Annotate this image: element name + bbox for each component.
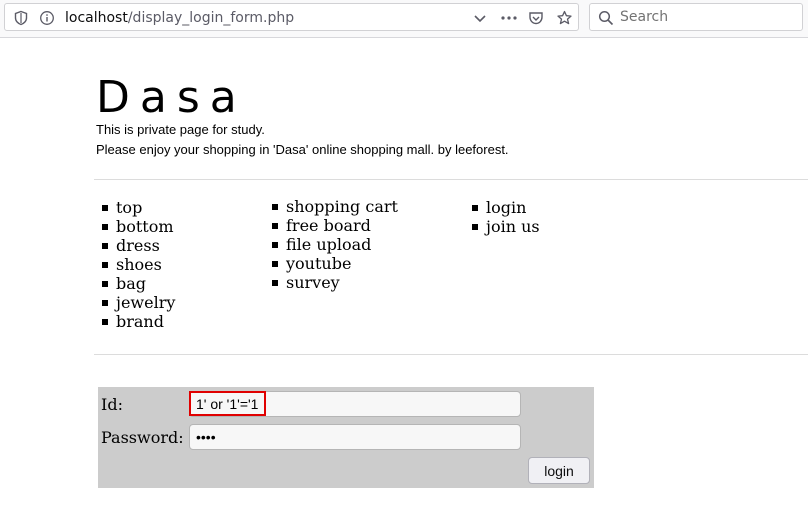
tagline-line-2: Please enjoy your shopping in 'Dasa' onl… [96, 142, 509, 157]
menu-item-free-board[interactable]: free board [266, 216, 398, 235]
menu-item-bottom[interactable]: bottom [96, 217, 175, 236]
search-icon [598, 10, 614, 26]
page-content: Dasa This is private page for study. Ple… [0, 38, 808, 511]
bookmark-star-icon[interactable] [556, 10, 573, 26]
menu-item-dress[interactable]: dress [96, 236, 175, 255]
menu-column-1: top bottom dress shoes bag jewelry brand [96, 198, 175, 331]
password-input[interactable] [189, 424, 521, 450]
divider-bottom [94, 354, 808, 355]
menu-column-3: login join us [466, 198, 540, 236]
url-path: /display_login_form.php [127, 10, 295, 26]
search-placeholder: Search [620, 9, 669, 25]
menu-item-survey[interactable]: survey [266, 273, 398, 292]
pocket-icon[interactable] [528, 10, 544, 26]
chevron-down-icon[interactable] [472, 10, 488, 26]
shield-icon[interactable] [13, 10, 29, 26]
info-icon[interactable] [39, 10, 55, 26]
id-label: Id: [101, 395, 123, 414]
menu-item-top[interactable]: top [96, 198, 175, 217]
menu-item-file-upload[interactable]: file upload [266, 235, 398, 254]
login-button[interactable]: login [528, 457, 590, 484]
menu-item-shopping-cart[interactable]: shopping cart [266, 197, 398, 216]
id-input[interactable] [189, 391, 521, 417]
menu-item-jewelry[interactable]: jewelry [96, 293, 175, 312]
url-host: localhost [65, 10, 128, 26]
search-bar[interactable]: Search [589, 3, 803, 31]
address-bar[interactable]: localhost/display_login_form.php [4, 3, 579, 31]
divider-top [94, 179, 808, 180]
menu-item-youtube[interactable]: youtube [266, 254, 398, 273]
menu-item-join-us[interactable]: join us [466, 217, 540, 236]
browser-toolbar: localhost/display_login_form.php Search [0, 0, 808, 38]
menu-item-bag[interactable]: bag [96, 274, 175, 293]
url-text[interactable]: localhost/display_login_form.php [65, 9, 294, 27]
tagline-line-1: This is private page for study. [96, 122, 265, 137]
menu-item-login[interactable]: login [466, 198, 540, 217]
login-form: Id: Password: login [98, 387, 594, 488]
more-actions-icon[interactable] [500, 10, 518, 26]
menu-column-2: shopping cart free board file upload you… [266, 197, 398, 292]
menu-item-shoes[interactable]: shoes [96, 255, 175, 274]
menu-item-brand[interactable]: brand [96, 312, 175, 331]
site-title: Dasa [96, 72, 247, 123]
password-label: Password: [101, 428, 184, 447]
